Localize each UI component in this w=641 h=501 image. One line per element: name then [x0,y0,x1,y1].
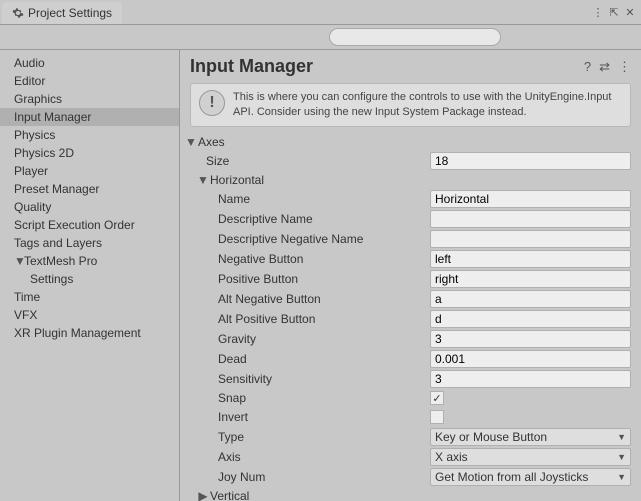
positive-button-input[interactable] [430,270,631,288]
sidebar-item-graphics[interactable]: Graphics [0,90,179,108]
invert-label: Invert [180,410,430,424]
alt-negative-button-input[interactable] [430,290,631,308]
negative-button-input[interactable] [430,250,631,268]
info-text: This is where you can configure the cont… [233,90,622,120]
sidebar-item-quality[interactable]: Quality [0,198,179,216]
page-title: Input Manager [190,56,313,77]
descriptive-negative-name-input[interactable] [430,230,631,248]
name-label: Name [180,192,430,206]
sidebar-item-xr-plugin-management[interactable]: XR Plugin Management [0,324,179,342]
descriptive-negative-name-label: Descriptive Negative Name [180,232,430,246]
sidebar-item-script-execution-order[interactable]: Script Execution Order [0,216,179,234]
sidebar-item-preset-manager[interactable]: Preset Manager [0,180,179,198]
type-select[interactable]: Key or Mouse Button▼ [430,428,631,446]
foldout-axes[interactable]: ▼ Axes [180,133,641,151]
titlebar: Project Settings ⋮ ⇱ ✕ [0,0,641,25]
info-icon: ! [199,90,225,116]
sensitivity-label: Sensitivity [180,372,430,386]
window-tab[interactable]: Project Settings [2,2,122,24]
descriptive-name-input[interactable] [430,210,631,228]
sidebar-item-time[interactable]: Time [0,288,179,306]
positive-button-label: Positive Button [180,272,430,286]
joy-num-label: Joy Num [180,470,430,484]
invert-checkbox[interactable] [430,410,444,424]
main-panel: Input Manager ? ⇄ ⋮ ! This is where you … [180,50,641,501]
chevron-down-icon: ▼ [617,432,626,442]
info-box: ! This is where you can configure the co… [190,83,631,127]
sidebar-item-player[interactable]: Player [0,162,179,180]
close-icon[interactable]: ✕ [623,5,637,19]
alt-positive-button-label: Alt Positive Button [180,312,430,326]
search-bar: ⌕ [0,25,641,50]
sidebar-item-physics-2d[interactable]: Physics 2D [0,144,179,162]
foldout-horizontal[interactable]: ▼ Horizontal [180,171,641,189]
gravity-label: Gravity [180,332,430,346]
foldout-vertical[interactable]: ▶ Vertical [180,487,641,501]
gravity-input[interactable] [430,330,631,348]
dead-label: Dead [180,352,430,366]
sidebar-item-tags-and-layers[interactable]: Tags and Layers [0,234,179,252]
sidebar-item-textmesh-pro[interactable]: ▼TextMesh Pro [0,252,179,270]
joy-num-select[interactable]: Get Motion from all Joysticks▼ [430,468,631,486]
axis-select[interactable]: X axis▼ [430,448,631,466]
sidebar-item-editor[interactable]: Editor [0,72,179,90]
snap-label: Snap [180,391,430,405]
alt-positive-button-input[interactable] [430,310,631,328]
foldout-arrow-icon: ▼ [196,173,210,187]
sidebar: Audio Editor Graphics Input Manager Phys… [0,50,180,501]
type-label: Type [180,430,430,444]
foldout-arrow-icon: ▶ [196,489,210,501]
name-input[interactable] [430,190,631,208]
dead-input[interactable] [430,350,631,368]
sidebar-item-input-manager[interactable]: Input Manager [0,108,179,126]
negative-button-label: Negative Button [180,252,430,266]
sensitivity-input[interactable] [430,370,631,388]
sidebar-item-physics[interactable]: Physics [0,126,179,144]
axis-label: Axis [180,450,430,464]
sidebar-item-textmesh-settings[interactable]: Settings [0,270,179,288]
menu-icon[interactable]: ⋮ [591,5,605,19]
undock-icon[interactable]: ⇱ [607,5,621,19]
sidebar-item-vfx[interactable]: VFX [0,306,179,324]
context-menu-icon[interactable]: ⋮ [618,59,631,75]
size-label: Size [180,154,430,168]
sidebar-item-audio[interactable]: Audio [0,54,179,72]
gear-icon [12,7,24,19]
snap-checkbox[interactable]: ✓ [430,391,444,405]
foldout-icon: ▼ [14,254,24,268]
chevron-down-icon: ▼ [617,472,626,482]
tab-title: Project Settings [28,6,112,20]
chevron-down-icon: ▼ [617,452,626,462]
search-input[interactable] [329,28,501,46]
alt-negative-button-label: Alt Negative Button [180,292,430,306]
help-icon[interactable]: ? [584,59,591,75]
descriptive-name-label: Descriptive Name [180,212,430,226]
preset-icon[interactable]: ⇄ [599,59,610,75]
foldout-arrow-icon: ▼ [184,135,198,149]
size-input[interactable] [430,152,631,170]
